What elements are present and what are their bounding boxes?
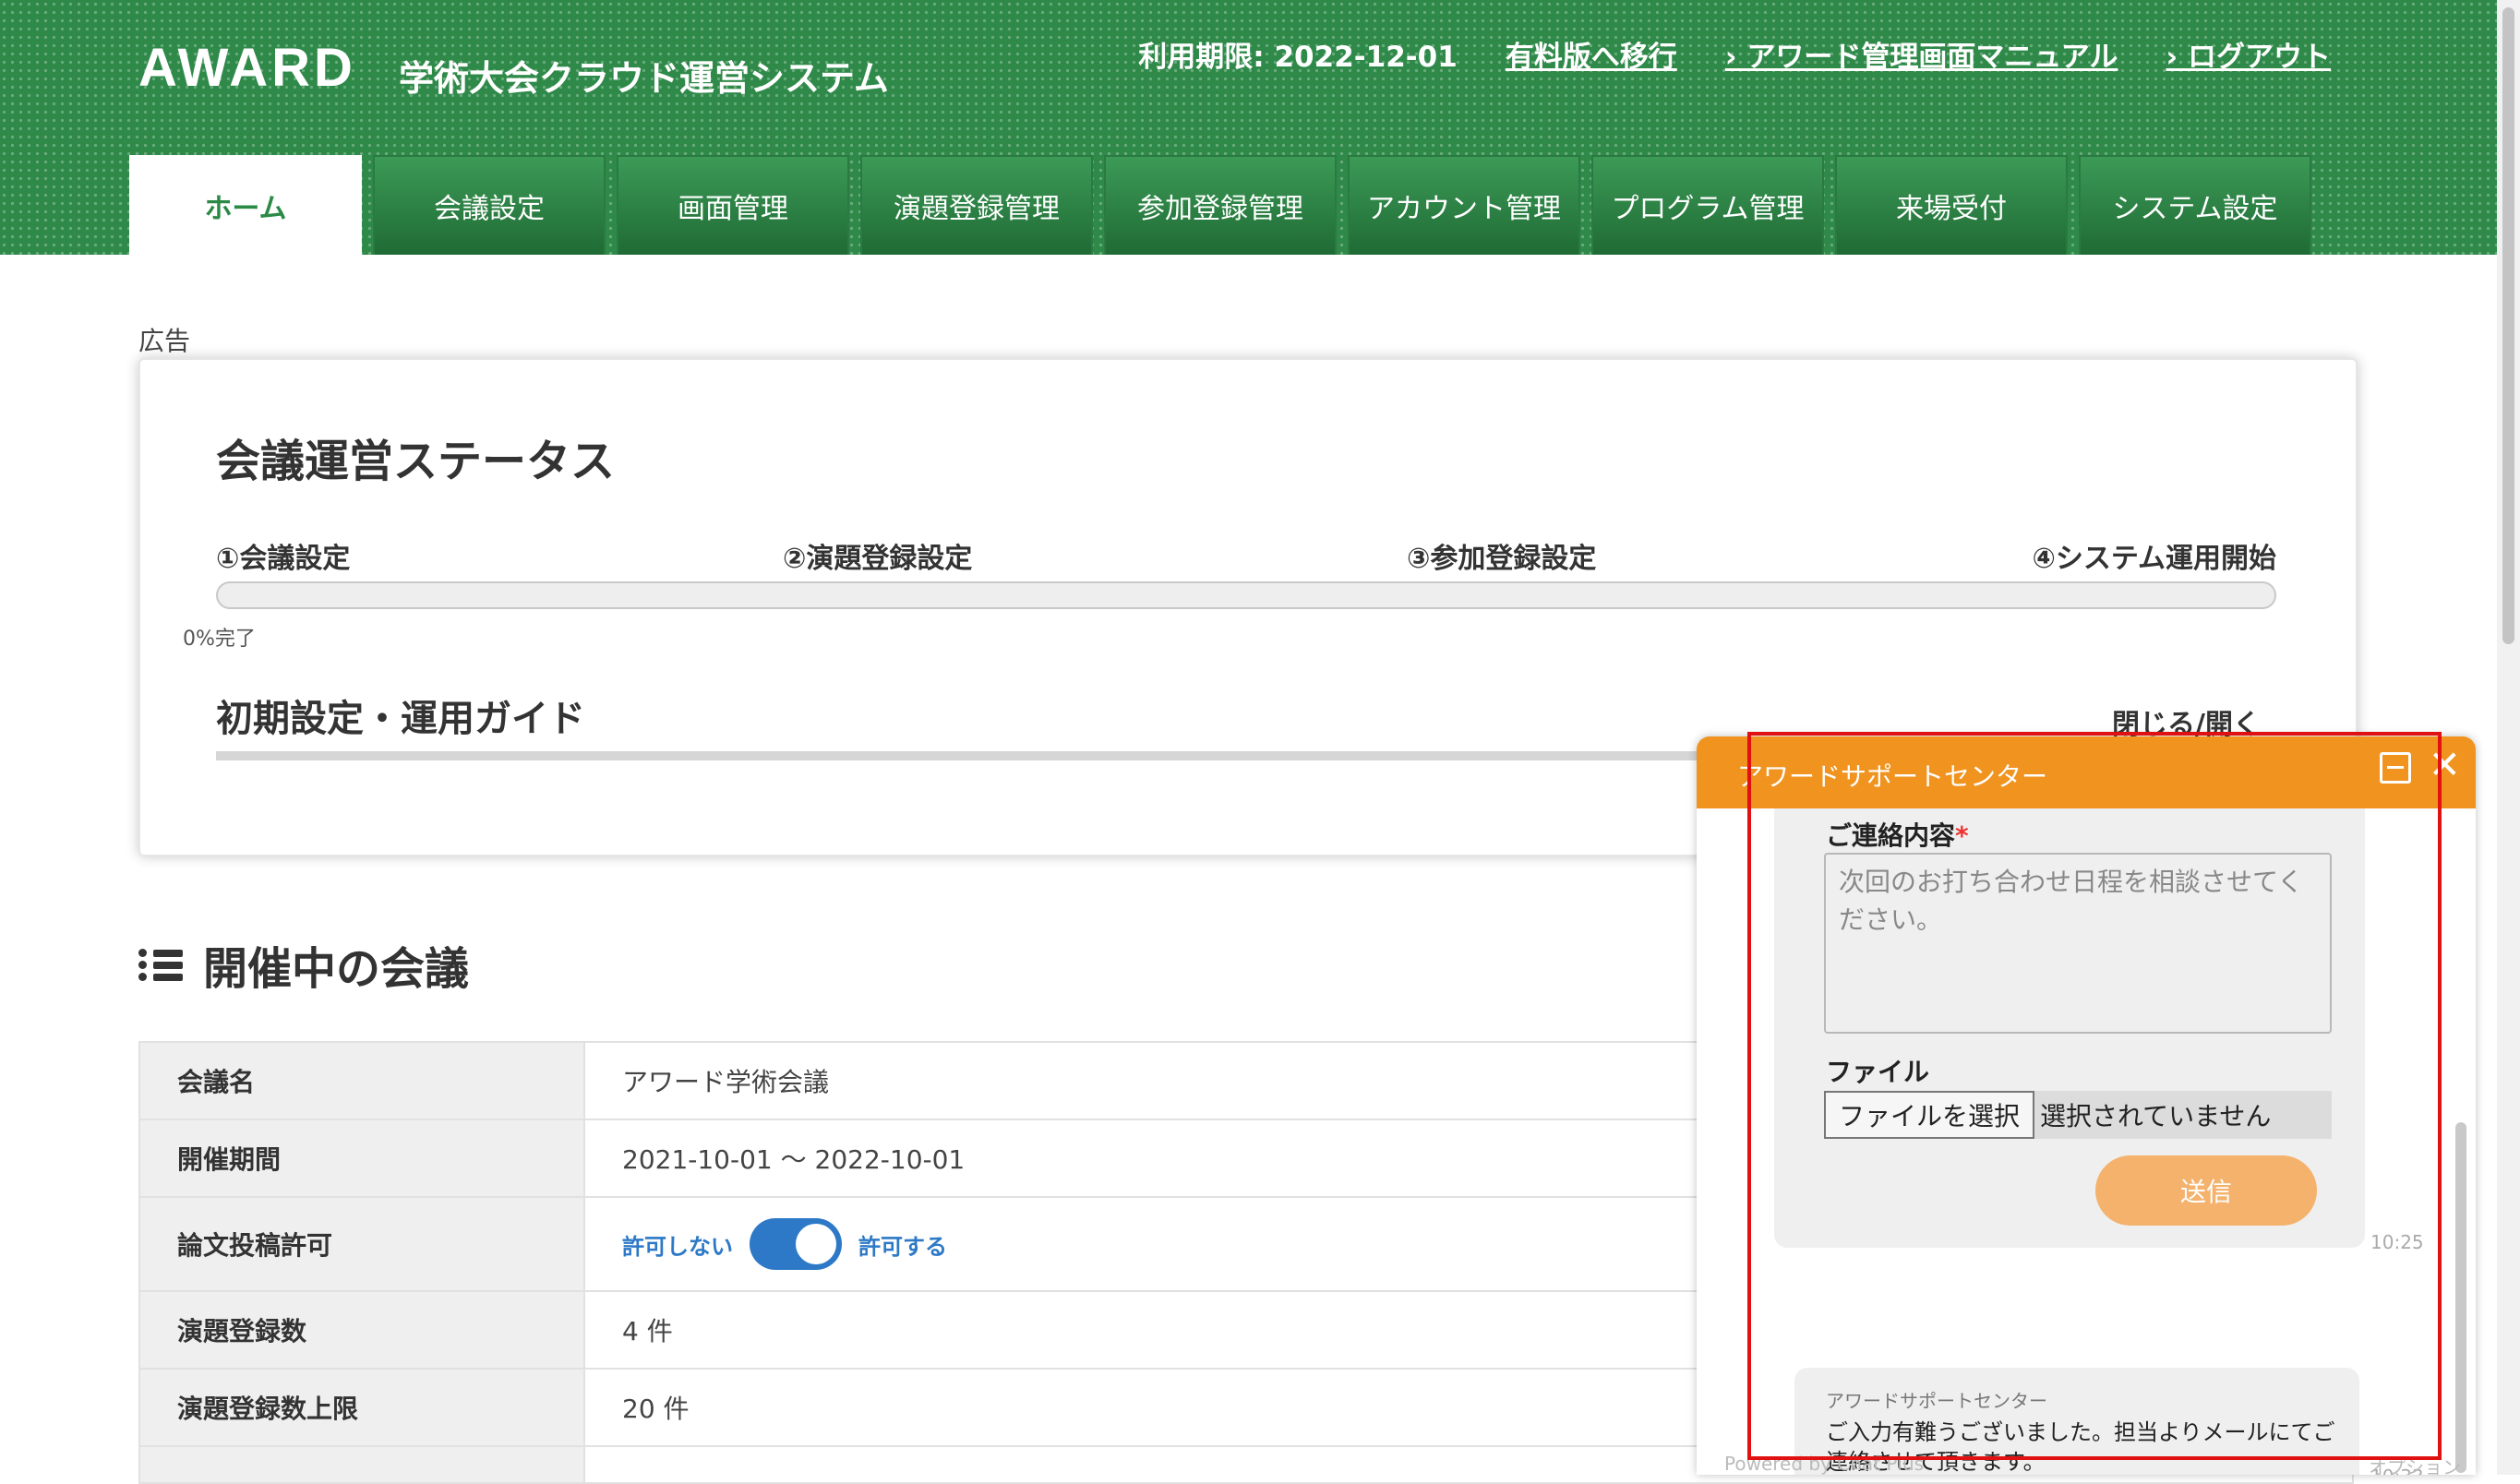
powered-by-text[interactable]: Powered by Chat Plus (1724, 1453, 1924, 1475)
close-icon[interactable]: ✕ (2429, 746, 2461, 784)
award-logo[interactable]: AWARD (138, 37, 356, 99)
conferences-heading: 開催中の会議 (138, 932, 469, 997)
tab-account-management[interactable]: アカウント管理 (1348, 155, 1580, 255)
toggle-off-label[interactable]: 許可しない (622, 1228, 733, 1261)
step-system-launch: ④システム運用開始 (2032, 543, 2276, 575)
page-scrollbar-thumb[interactable] (2502, 7, 2514, 644)
progress-label: 0%完了 (183, 628, 256, 651)
row-label: 演題登録数上限 (138, 1368, 585, 1447)
contact-form-bubble: ご連絡内容* 次回のお打ち合わせ日程を相談させてください。 ファイル ファイルを… (1774, 808, 2365, 1248)
message-textarea[interactable]: 次回のお打ち合わせ日程を相談させてください。 (1824, 853, 2332, 1034)
toggle-on-label[interactable]: 許可する (858, 1228, 947, 1261)
choose-file-button[interactable]: ファイルを選択 (1824, 1091, 2035, 1139)
file-input[interactable]: ファイルを選択 選択されていません (1824, 1091, 2332, 1139)
main-tabs: ホーム 会議設定 画面管理 演題登録管理 参加登録管理 アカウント管理 プログラ… (129, 155, 2311, 255)
switch-knob (796, 1224, 836, 1264)
site-header: AWARD 学術大会クラウド運営システム 利用期限: 2022-12-01 有料… (0, 0, 2497, 255)
tab-home[interactable]: ホーム (129, 155, 362, 255)
reply-sender: アワードサポートセンター (1826, 1390, 2047, 1412)
expiry-date: 利用期限: 2022-12-01 (1138, 41, 1458, 74)
top-nav: 利用期限: 2022-12-01 有料版へ移行 › アワード管理画面マニュアル … (1138, 33, 2331, 75)
option-link[interactable]: オプション (2369, 1453, 2461, 1475)
tab-system-settings[interactable]: システム設定 (2079, 155, 2311, 255)
support-chat-widget: アワードサポートセンター ✕ ご連絡内容* 次回のお打ち合わせ日程を相談させてく… (1697, 736, 2476, 1475)
step-abstract-settings: ②演題登録設定 (783, 543, 973, 575)
message-label: ご連絡内容* (1826, 820, 1969, 851)
tab-screen-management[interactable]: 画面管理 (617, 155, 849, 255)
form-timestamp: 10:25 (2370, 1231, 2424, 1253)
required-mark: * (1955, 820, 1969, 851)
step-registration-settings: ③参加登録設定 (1407, 543, 1597, 575)
status-steps: ①会議設定 ②演題登録設定 ③参加登録設定 ④システム運用開始 (216, 535, 2276, 575)
step-conference-settings: ①会議設定 (216, 543, 351, 575)
tab-abstract-management[interactable]: 演題登録管理 (860, 155, 1093, 255)
chat-scrollbar[interactable] (2455, 1122, 2466, 1473)
file-label: ファイル (1826, 1057, 1930, 1087)
guide-title: 初期設定・運用ガイド (216, 698, 585, 740)
conferences-title: 開催中の会議 (203, 943, 470, 995)
file-status: 選択されていません (2040, 1101, 2272, 1131)
row-label: 演題登録数 (138, 1290, 585, 1370)
minimize-icon[interactable] (2380, 752, 2411, 784)
status-title: 会議運営ステータス (216, 436, 616, 487)
manual-link[interactable]: › アワード管理画面マニュアル (1725, 33, 2118, 75)
chat-body: ご連絡内容* 次回のお打ち合わせ日程を相談させてください。 ファイル ファイルを… (1697, 808, 2476, 1475)
tab-program-management[interactable]: プログラム管理 (1591, 155, 1824, 255)
send-button[interactable]: 送信 (2095, 1155, 2317, 1226)
tab-registration-management[interactable]: 参加登録管理 (1104, 155, 1337, 255)
row-label: 開催期間 (138, 1119, 585, 1198)
tab-conference-settings[interactable]: 会議設定 (373, 155, 606, 255)
logout-link[interactable]: › ログアウト (2166, 33, 2331, 75)
row-label: 論文投稿許可 (138, 1196, 585, 1292)
ad-label: 広告 (138, 326, 191, 356)
chat-header[interactable]: アワードサポートセンター ✕ (1697, 736, 2476, 808)
tab-reception[interactable]: 来場受付 (1835, 155, 2068, 255)
system-name: 学術大会クラウド運営システム (399, 58, 889, 99)
paper-permission-switch[interactable] (750, 1218, 842, 1270)
upgrade-link[interactable]: 有料版へ移行 (1506, 33, 1677, 75)
list-icon (138, 946, 183, 983)
chat-title: アワードサポートセンター (1737, 761, 2048, 792)
progress-bar (216, 581, 2276, 609)
row-label: 会議名 (138, 1041, 585, 1120)
page-scrollbar[interactable] (2497, 0, 2520, 1475)
